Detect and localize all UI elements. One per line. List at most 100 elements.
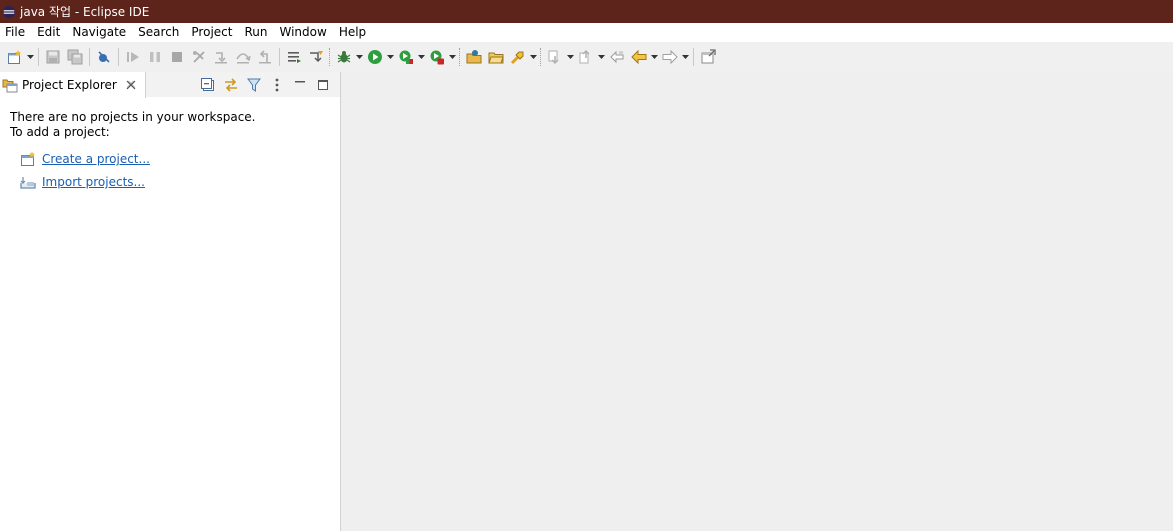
view-menu-button[interactable]	[266, 74, 288, 96]
chevron-down-icon	[387, 55, 394, 59]
maximize-button[interactable]	[312, 74, 334, 96]
step-return-button[interactable]	[254, 46, 276, 68]
run-button[interactable]	[364, 46, 386, 68]
add-project-prompt: To add a project:	[10, 125, 110, 139]
run-icon	[368, 50, 382, 64]
save-all-button[interactable]	[64, 46, 86, 68]
menu-edit[interactable]: Edit	[32, 23, 67, 42]
save-all-icon	[67, 49, 83, 65]
step-return-icon	[259, 50, 271, 64]
suspend-button[interactable]	[144, 46, 166, 68]
chevron-down-icon	[356, 55, 363, 59]
run-dropdown[interactable]	[386, 46, 395, 68]
back-icon	[631, 49, 647, 65]
empty-workspace-message: There are no projects in your workspace.	[10, 110, 256, 124]
chevron-down-icon	[418, 55, 425, 59]
chevron-down-icon	[27, 55, 34, 59]
close-icon[interactable]	[125, 79, 137, 91]
use-step-filters-button[interactable]	[305, 46, 327, 68]
external-tools-button[interactable]	[426, 46, 448, 68]
external-tools-dropdown[interactable]	[448, 46, 457, 68]
filter-icon	[247, 78, 261, 92]
minimize-icon	[295, 81, 305, 83]
pin-editor-icon	[701, 49, 716, 64]
back-dropdown[interactable]	[650, 46, 659, 68]
toolbar-separator	[38, 48, 39, 66]
window-title: java 작업 - Eclipse IDE	[20, 5, 150, 19]
resume-button[interactable]	[122, 46, 144, 68]
chevron-down-icon	[567, 55, 574, 59]
search-dropdown[interactable]	[529, 46, 538, 68]
drop-to-frame-button[interactable]	[283, 46, 305, 68]
skip-breakpoints-button[interactable]	[93, 46, 115, 68]
project-explorer-icon	[2, 79, 18, 92]
maximize-icon	[318, 80, 328, 90]
menu-run[interactable]: Run	[239, 23, 274, 42]
project-explorer-header: Project Explorer	[0, 71, 340, 98]
open-type-button[interactable]	[463, 46, 485, 68]
previous-annotation-dropdown[interactable]	[597, 46, 606, 68]
collapse-all-button[interactable]	[197, 74, 219, 96]
previous-annotation-button[interactable]	[575, 46, 597, 68]
toolbar-separator	[329, 48, 331, 66]
new-dropdown[interactable]	[26, 46, 35, 68]
step-over-icon	[236, 53, 251, 64]
skip-breakpoints-icon	[98, 51, 110, 63]
chevron-down-icon	[598, 55, 605, 59]
drop-to-frame-icon	[288, 52, 301, 63]
next-annotation-dropdown[interactable]	[566, 46, 575, 68]
last-edit-location-icon	[610, 50, 624, 64]
step-into-button[interactable]	[210, 46, 232, 68]
step-over-button[interactable]	[232, 46, 254, 68]
import-projects-link[interactable]: Import projects...	[42, 175, 145, 189]
forward-button[interactable]	[659, 46, 681, 68]
filter-button[interactable]	[243, 74, 265, 96]
search-button[interactable]	[507, 46, 529, 68]
debug-icon	[337, 51, 351, 63]
tab-label: Project Explorer	[22, 77, 117, 92]
chevron-down-icon	[682, 55, 689, 59]
link-with-editor-icon	[225, 78, 237, 92]
menu-search[interactable]: Search	[133, 23, 186, 42]
create-project-row: Create a project...	[10, 151, 330, 167]
search-icon	[510, 51, 524, 65]
next-annotation-button[interactable]	[544, 46, 566, 68]
debug-button[interactable]	[333, 46, 355, 68]
collapse-all-icon	[201, 78, 214, 91]
toolbar-separator	[118, 48, 119, 66]
new-icon	[8, 50, 21, 64]
pin-editor-button[interactable]	[697, 46, 719, 68]
menu-navigate[interactable]: Navigate	[67, 23, 133, 42]
editor-area	[346, 72, 1173, 531]
menu-window[interactable]: Window	[274, 23, 333, 42]
menu-project[interactable]: Project	[186, 23, 239, 42]
open-task-button[interactable]	[485, 46, 507, 68]
create-project-link[interactable]: Create a project...	[42, 152, 150, 166]
step-into-icon	[215, 52, 227, 64]
new-button[interactable]	[4, 46, 26, 68]
forward-icon	[662, 49, 678, 65]
coverage-dropdown[interactable]	[417, 46, 426, 68]
save-button[interactable]	[42, 46, 64, 68]
toolbar-separator	[459, 48, 461, 66]
forward-dropdown[interactable]	[681, 46, 690, 68]
terminate-icon	[172, 52, 182, 62]
menu-file[interactable]: File	[0, 23, 32, 42]
back-button[interactable]	[628, 46, 650, 68]
disconnect-icon	[193, 51, 205, 63]
import-icon	[20, 177, 36, 189]
minimize-button[interactable]	[289, 74, 311, 96]
terminate-button[interactable]	[166, 46, 188, 68]
next-annotation-icon	[548, 50, 559, 65]
toolbar-separator	[279, 48, 280, 66]
menu-help[interactable]: Help	[334, 23, 373, 42]
toolbar-separator	[89, 48, 90, 66]
last-edit-location-button[interactable]	[606, 46, 628, 68]
debug-dropdown[interactable]	[355, 46, 364, 68]
link-with-editor-button[interactable]	[220, 74, 242, 96]
disconnect-button[interactable]	[188, 46, 210, 68]
project-explorer-view: Project Explorer There are no projects i…	[0, 71, 341, 531]
project-explorer-content: There are no projects in your workspace.…	[0, 98, 340, 202]
tab-project-explorer[interactable]: Project Explorer	[0, 71, 146, 98]
coverage-button[interactable]	[395, 46, 417, 68]
